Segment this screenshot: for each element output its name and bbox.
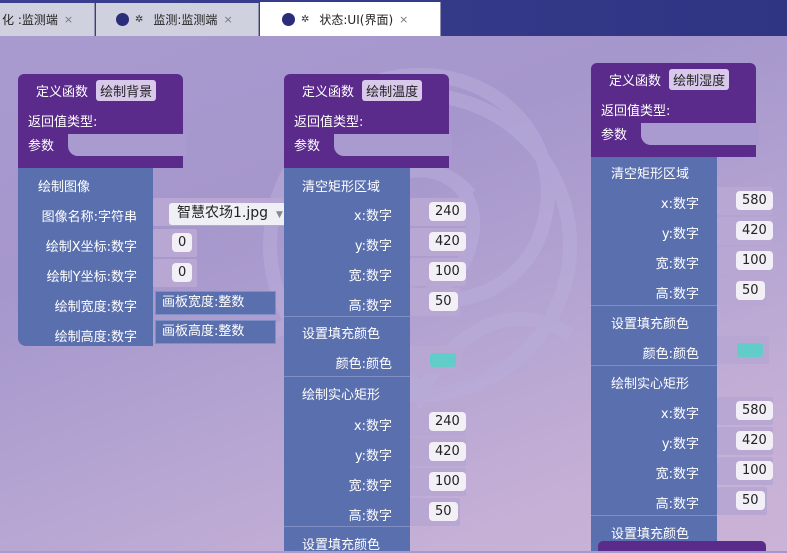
x-label: x:数字: [660, 197, 699, 212]
set-fill-color-label: 设置填充颜色: [611, 317, 690, 332]
set-fill-color-label: 设置填充颜色: [302, 538, 381, 553]
set-fill-color-label: 设置填充颜色: [302, 327, 381, 342]
clear-y-input[interactable]: 420: [429, 232, 466, 251]
x-label: x:数字: [660, 407, 699, 422]
function-name-field[interactable]: 绘制背景: [96, 80, 157, 101]
unsaved-dot-icon: [116, 13, 129, 26]
height-label: 高:数字: [655, 287, 699, 302]
x-coord-label: 绘制X坐标:数字: [45, 240, 137, 255]
y-label: y:数字: [661, 437, 699, 452]
return-type-label: 返回值类型:: [294, 115, 364, 130]
tab-status-ui[interactable]: ✲ 状态:UI(界面) ×: [260, 2, 441, 36]
fill-rect-label: 绘制实心矩形: [611, 377, 690, 392]
function-header[interactable]: 定义函数 绘制温度 返回值类型: 参数: [284, 74, 452, 168]
x-label: x:数字: [353, 419, 392, 434]
width-label: 宽:数字: [348, 479, 392, 494]
fill-color-swatch[interactable]: [430, 353, 456, 367]
draw-image-label: 绘制图像: [38, 180, 91, 195]
tab-monitor-client-2[interactable]: ✲ 监测:监测端 ×: [96, 3, 259, 36]
fill-rect-label: 绘制实心矩形: [302, 388, 381, 403]
clear-rect-label: 清空矩形区域: [611, 167, 690, 182]
unsaved-dot-icon: [282, 12, 295, 26]
y-label: y:数字: [661, 227, 699, 242]
chevron-down-icon: ▼: [276, 210, 283, 220]
fill-height-input[interactable]: 50: [736, 491, 765, 510]
fill-height-input[interactable]: 50: [429, 502, 458, 521]
canvas-width-reference[interactable]: 画板宽度:整数: [155, 291, 276, 315]
x-label: x:数字: [353, 209, 392, 224]
height-label: 高:数字: [655, 497, 699, 512]
height-label: 高:数字: [348, 509, 392, 524]
image-name-label: 图像名称:字符串: [41, 210, 137, 225]
function-name-field[interactable]: 绘制湿度: [669, 69, 730, 90]
function-header[interactable]: 定义函数 绘制湿度 返回值类型: 参数: [591, 63, 759, 157]
close-icon[interactable]: ×: [223, 13, 232, 26]
draw-image-block[interactable]: 绘制图像 图像名称:字符串 绘制X坐标:数字 绘制Y坐标:数字 绘制宽度:数字 …: [18, 168, 153, 346]
fill-width-input[interactable]: 100: [736, 461, 773, 480]
fill-y-input[interactable]: 420: [736, 431, 773, 450]
clear-y-input[interactable]: 420: [736, 221, 773, 240]
tab-bar: 化 :监测端 × ✲ 监测:监测端 × ✲ 状态:UI(界面) ×: [0, 0, 787, 36]
height-label: 高:数字: [348, 299, 392, 314]
clear-height-input[interactable]: 50: [736, 281, 765, 300]
block-divider: [591, 365, 717, 366]
tab-monitor-client-1[interactable]: 化 :监测端 ×: [0, 3, 95, 36]
tab-label: 状态:UI(界面): [319, 12, 394, 27]
image-name-value: 智慧农场1.jpg: [177, 205, 269, 221]
y-label: y:数字: [354, 239, 392, 254]
width-label: 宽:数字: [655, 257, 699, 272]
function-name-field[interactable]: 绘制温度: [362, 80, 423, 101]
params-slot[interactable]: [334, 134, 452, 156]
color-label: 颜色:颜色: [335, 357, 392, 372]
close-icon[interactable]: ×: [64, 13, 73, 26]
temperature-body[interactable]: 清空矩形区域 x:数字 y:数字 宽:数字 高:数字 设置填充颜色 颜色:颜色 …: [284, 168, 410, 553]
clear-height-input[interactable]: 50: [429, 292, 458, 311]
x-coord-input[interactable]: 0: [172, 233, 193, 252]
return-type-label: 返回值类型:: [601, 104, 671, 119]
color-label: 颜色:颜色: [642, 347, 699, 362]
tab-label: 化 :监测端: [2, 13, 58, 27]
fill-y-input[interactable]: 420: [429, 442, 466, 461]
close-icon[interactable]: ×: [399, 13, 408, 26]
width-label: 宽:数字: [655, 467, 699, 482]
params-slot[interactable]: [68, 134, 186, 156]
y-coord-label: 绘制Y坐标:数字: [46, 270, 137, 285]
height-label: 绘制高度:数字: [54, 330, 137, 345]
block-divider: [591, 515, 717, 516]
block-divider: [284, 376, 410, 377]
clear-width-input[interactable]: 100: [429, 262, 466, 281]
image-name-dropdown[interactable]: 智慧农场1.jpg ▼: [169, 203, 291, 225]
width-label: 绘制宽度:数字: [54, 300, 137, 315]
params-label: 参数: [294, 139, 321, 154]
params-slot[interactable]: [641, 123, 759, 145]
params-label: 参数: [601, 128, 628, 143]
y-coord-input[interactable]: 0: [172, 263, 193, 282]
return-type-label: 返回值类型:: [28, 115, 98, 130]
function-header[interactable]: 定义函数 绘制背景 返回值类型: 参数: [18, 74, 186, 168]
block-scrollbar-stub[interactable]: [598, 541, 766, 551]
define-function-label: 定义函数: [609, 74, 662, 89]
width-label: 宽:数字: [348, 269, 392, 284]
tab-label: 监测:监测端: [153, 13, 218, 27]
block-divider: [591, 305, 717, 306]
define-function-label: 定义函数: [36, 85, 89, 100]
humidity-body[interactable]: 清空矩形区域 x:数字 y:数字 宽:数字 高:数字 设置填充颜色 颜色:颜色 …: [591, 157, 717, 551]
clear-x-input[interactable]: 580: [736, 191, 773, 210]
fill-color-swatch[interactable]: [737, 343, 763, 357]
set-fill-color-label: 设置填充颜色: [611, 527, 690, 542]
fill-x-input[interactable]: 240: [429, 412, 466, 431]
clear-rect-label: 清空矩形区域: [302, 180, 381, 195]
fill-x-input[interactable]: 580: [736, 401, 773, 420]
block-divider: [284, 316, 410, 317]
clear-x-input[interactable]: 240: [429, 202, 466, 221]
params-label: 参数: [28, 139, 55, 154]
define-function-label: 定义函数: [302, 85, 355, 100]
fill-width-input[interactable]: 100: [429, 472, 466, 491]
bug-icon: ✲: [135, 14, 144, 25]
y-label: y:数字: [354, 449, 392, 464]
clear-width-input[interactable]: 100: [736, 251, 773, 270]
canvas-height-reference[interactable]: 画板高度:整数: [155, 320, 276, 344]
block-divider: [284, 526, 410, 527]
bug-icon: ✲: [301, 13, 310, 25]
